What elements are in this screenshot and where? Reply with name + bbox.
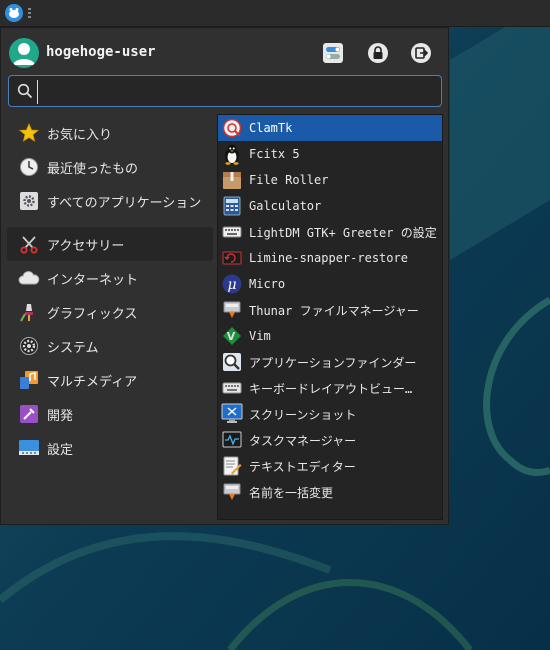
app-vim[interactable]: V Vim: [218, 323, 442, 349]
app-label: ClamTk: [249, 121, 293, 135]
app-text-editor[interactable]: テキストエディター: [218, 453, 442, 479]
micro-icon: μ: [221, 273, 243, 295]
category-internet[interactable]: インターネット: [7, 261, 213, 295]
app-clamtk[interactable]: ClamTk: [218, 115, 442, 141]
app-label: Galculator: [249, 199, 322, 213]
gear-icon: [18, 190, 40, 212]
xfce-mouse-icon: [9, 8, 19, 18]
settings-manager-button[interactable]: [321, 41, 345, 65]
category-multimedia[interactable]: マルチメディア: [7, 363, 213, 397]
app-lightdm-gtk-greeter-settings[interactable]: LightDM GTK+ Greeter の設定: [218, 219, 442, 245]
log-out-button[interactable]: [409, 41, 433, 65]
app-keyboard-layout-viewer[interactable]: キーボードレイアウトビュー…: [218, 375, 442, 401]
category-label: インターネット: [47, 272, 139, 288]
music-icon: [18, 369, 40, 391]
svg-text:μ: μ: [227, 277, 236, 293]
file-manager-icon: [221, 299, 243, 321]
category-label: お気に入り: [47, 127, 113, 143]
avatar[interactable]: [9, 38, 39, 68]
restore-icon: [221, 247, 243, 269]
category-recent[interactable]: 最近使ったもの: [7, 150, 213, 184]
clock-icon: [18, 156, 40, 178]
app-label: Fcitx 5: [249, 147, 300, 161]
app-label: Micro: [249, 277, 286, 291]
category-label: すべてのアプリケーション: [47, 195, 202, 211]
app-application-finder[interactable]: アプリケーションファインダー: [218, 349, 442, 375]
settings-icon: [18, 437, 40, 459]
app-label: 名前を一括変更: [249, 485, 334, 500]
svg-text:V: V: [227, 330, 236, 343]
app-galculator[interactable]: Galculator: [218, 193, 442, 219]
app-file-roller[interactable]: File Roller: [218, 167, 442, 193]
category-list: お気に入り 最近使ったもの すべてのアプリケーション アクセサリー インターネッ…: [7, 116, 213, 465]
app-label: LightDM GTK+ Greeter の設定: [249, 225, 437, 240]
category-all-applications[interactable]: すべてのアプリケーション: [7, 184, 213, 218]
whisker-menu-button[interactable]: [5, 4, 23, 22]
bulk-rename-icon: [221, 481, 243, 503]
category-label: アクセサリー: [47, 238, 125, 254]
category-favorites[interactable]: お気に入り: [7, 116, 213, 150]
application-list: ClamTk Fcitx 5 File Roller Galculator Li…: [217, 114, 443, 520]
app-label: キーボードレイアウトビュー…: [249, 381, 413, 396]
app-screenshot[interactable]: スクリーンショット: [218, 401, 442, 427]
paint-icon: [18, 301, 40, 323]
category-label: 最近使ったもの: [47, 161, 139, 177]
app-thunar[interactable]: Thunar ファイルマネージャー: [218, 297, 442, 323]
app-micro[interactable]: μ Micro: [218, 271, 442, 297]
archive-icon: [221, 169, 243, 191]
penguin-icon: [221, 143, 243, 165]
cloud-icon: [18, 267, 40, 289]
app-finder-icon: [221, 351, 243, 373]
system-gear-icon: [18, 335, 40, 357]
category-label: システム: [47, 340, 99, 356]
calculator-icon: [221, 195, 243, 217]
category-accessories[interactable]: アクセサリー: [7, 227, 213, 261]
logout-icon: [411, 43, 431, 63]
lock-screen-button[interactable]: [366, 41, 390, 65]
top-panel: [0, 0, 550, 27]
username: hogehoge-user: [46, 44, 156, 60]
panel-handle[interactable]: [28, 8, 31, 20]
app-label: File Roller: [249, 173, 329, 187]
search-icon: [17, 83, 33, 99]
category-development[interactable]: 開発: [7, 397, 213, 431]
star-icon: [18, 122, 40, 144]
app-label: Vim: [249, 329, 271, 343]
search-input[interactable]: [37, 80, 432, 104]
category-system[interactable]: システム: [7, 329, 213, 363]
category-label: グラフィックス: [47, 306, 138, 322]
lock-icon: [368, 43, 388, 63]
vim-icon: V: [221, 325, 243, 347]
keyboard-settings-icon: [221, 221, 243, 243]
screenshot-icon: [221, 403, 243, 425]
category-label: 開発: [47, 408, 74, 424]
menu-header: hogehoge-user: [9, 38, 441, 68]
app-label: テキストエディター: [249, 459, 356, 474]
app-bulk-rename[interactable]: 名前を一括変更: [218, 479, 442, 505]
task-manager-icon: [221, 429, 243, 451]
category-settings[interactable]: 設定: [7, 431, 213, 465]
app-task-manager[interactable]: タスクマネージャー: [218, 427, 442, 453]
category-label: マルチメディア: [47, 374, 138, 390]
toggle-settings-icon: [323, 43, 343, 63]
app-limine-snapper-restore[interactable]: Limine-snapper-restore: [218, 245, 442, 271]
app-label: Limine-snapper-restore: [249, 251, 408, 265]
keyboard-icon: [221, 377, 243, 399]
search-field[interactable]: [8, 75, 442, 107]
scissors-icon: [18, 233, 40, 255]
user-icon: [13, 43, 35, 65]
category-graphics[interactable]: グラフィックス: [7, 295, 213, 329]
app-fcitx5[interactable]: Fcitx 5: [218, 141, 442, 167]
text-editor-icon: [221, 455, 243, 477]
app-label: タスクマネージャー: [249, 433, 357, 448]
clamtk-icon: [221, 117, 243, 139]
app-label: Thunar ファイルマネージャー: [249, 303, 419, 318]
category-label: 設定: [47, 442, 74, 458]
app-label: アプリケーションファインダー: [249, 355, 417, 370]
dev-tools-icon: [18, 403, 40, 425]
whisker-menu: hogehoge-user お気に入り 最近使ったもの すべてのアプリケーション…: [0, 27, 449, 525]
app-label: スクリーンショット: [249, 407, 357, 422]
